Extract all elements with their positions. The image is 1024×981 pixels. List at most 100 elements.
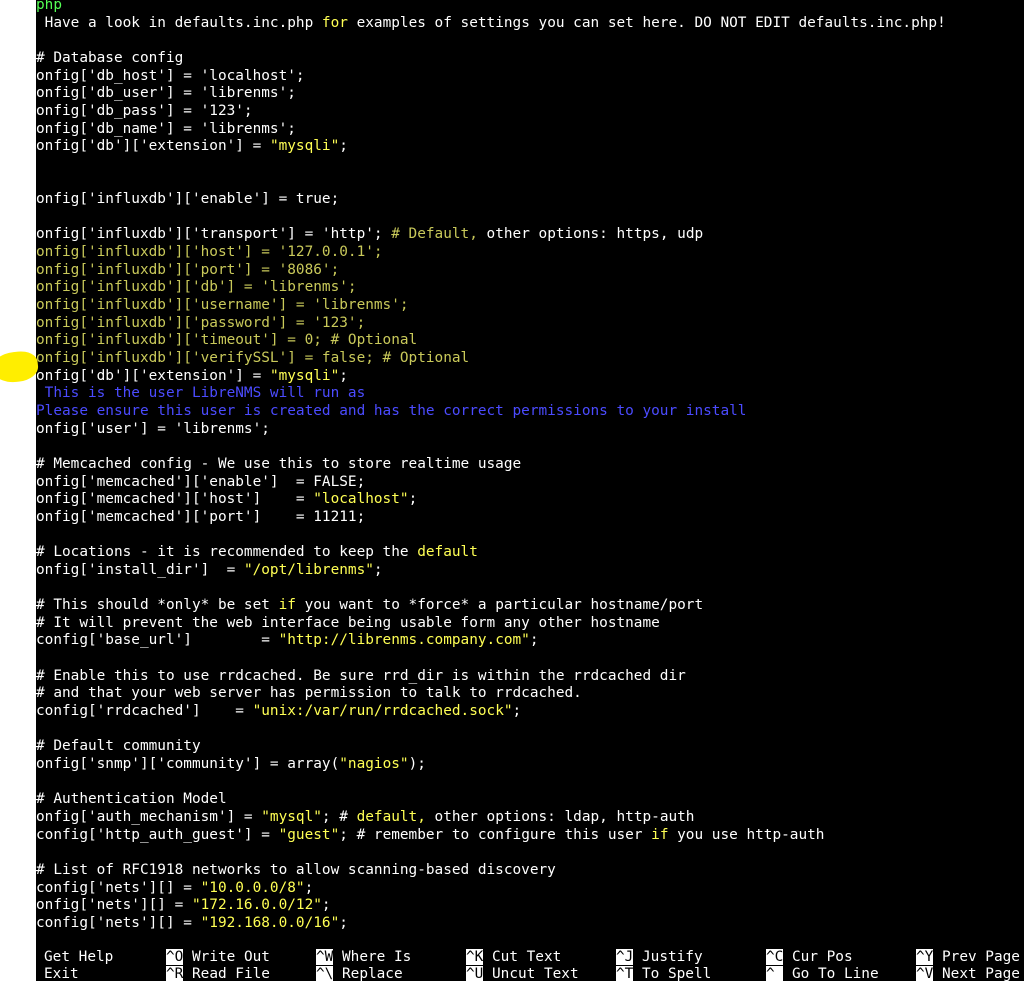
code-line: onfig['influxdb']['password'] = '123'; xyxy=(36,315,365,333)
shortcut-label: Write Out xyxy=(183,949,270,965)
code-token: onfig['db_user'] = 'librenms'; xyxy=(36,85,296,102)
shortcut-write-out[interactable]: ^O Write Out xyxy=(166,949,270,967)
code-token: "172.16.0.0/12" xyxy=(191,897,322,914)
terminal-window[interactable]: php Have a look in defaults.inc.php for … xyxy=(36,0,1024,981)
code-line: onfig['influxdb']['enable'] = true; xyxy=(36,191,339,209)
code-line: onfig['db_user'] = 'librenms'; xyxy=(36,85,296,103)
code-token: "192.168.0.0/16" xyxy=(200,914,340,931)
code-token: # It will prevent the web interface bein… xyxy=(36,614,660,631)
shortcut-read-file[interactable]: ^R Read File xyxy=(166,966,270,981)
code-token: config['base_url'] = xyxy=(36,632,279,649)
code-line: # and that your web server has permissio… xyxy=(36,685,582,703)
code-line: onfig['influxdb']['timeout'] = 0; # Opti… xyxy=(36,332,417,350)
shortcut-cut-text[interactable]: ^K Cut Text xyxy=(466,949,561,967)
shortcut-label: Justify xyxy=(633,949,703,965)
code-token: onfig['db_pass'] = '123'; xyxy=(36,102,253,119)
code-token: onfig['nets'][] = xyxy=(36,897,192,914)
code-line: onfig['nets'][] = "172.16.0.0/12"; xyxy=(36,897,331,915)
code-token: ; xyxy=(321,897,331,914)
shortcut-key: ^W xyxy=(316,949,334,965)
shortcut-next-page[interactable]: ^V Next Page xyxy=(916,966,1020,981)
code-token: # This should *only* be set xyxy=(36,597,279,614)
shortcut-key: ^O xyxy=(166,949,184,965)
code-token: default xyxy=(417,544,478,561)
shortcut-prev-page[interactable]: ^Y Prev Page xyxy=(916,949,1020,967)
shortcut-key: ^_ xyxy=(766,966,784,981)
code-token: # List of RFC1918 networks to allow scan… xyxy=(36,861,556,878)
shortcut-cur-pos[interactable]: ^C Cur Pos xyxy=(766,949,853,967)
shortcut-label: Next Page xyxy=(933,966,1020,981)
code-line: onfig['influxdb']['verifySSL'] = false; … xyxy=(36,350,469,368)
code-token: onfig['influxdb']['host'] = '127.0.0.1'; xyxy=(36,244,383,261)
code-line: onfig['db']['extension'] = "mysqli"; xyxy=(36,138,348,156)
code-token: onfig['influxdb']['port'] = '8086'; xyxy=(36,261,340,278)
code-token: onfig['memcached']['host'] = xyxy=(36,491,314,508)
code-token: onfig['install_dir'] = xyxy=(36,561,244,578)
code-token: ; xyxy=(339,138,348,155)
code-token: config['rrdcached'] = xyxy=(36,703,253,719)
code-line: # It will prevent the web interface bein… xyxy=(36,615,660,633)
code-token: Have a look in defaults.inc.php xyxy=(36,14,322,31)
code-line: php xyxy=(36,0,62,15)
code-token: # Default, xyxy=(391,226,487,243)
shortcut-exit[interactable]: Exit xyxy=(44,966,79,981)
shortcut-label: Go To Line xyxy=(783,966,879,981)
code-line: onfig['db_pass'] = '123'; xyxy=(36,103,253,121)
code-line: onfig['db']['extension'] = "mysqli"; xyxy=(36,368,348,386)
code-token: for xyxy=(321,14,348,31)
code-token: ; xyxy=(304,879,314,896)
code-token: "mysqli" xyxy=(269,367,340,384)
shortcut-where-is[interactable]: ^W Where Is xyxy=(316,949,411,967)
shortcut-label: Exit xyxy=(44,966,79,981)
code-token: This is the user LibreNMS will run as xyxy=(36,385,366,402)
shortcut-uncut-text[interactable]: ^U Uncut Text xyxy=(466,966,579,981)
code-token: config['nets'][] = xyxy=(36,914,201,931)
code-token: onfig['user'] = 'librenms'; xyxy=(36,420,270,437)
shortcut-key: ^\ xyxy=(316,966,334,981)
code-line: onfig['install_dir'] = "/opt/librenms"; xyxy=(36,562,383,580)
code-token: "mysqli" xyxy=(269,138,340,155)
code-token: onfig['influxdb']['timeout'] = 0; # Opti… xyxy=(36,332,418,349)
shortcut-replace[interactable]: ^\ Replace xyxy=(316,966,403,981)
shortcut-justify[interactable]: ^J Justify xyxy=(616,949,703,967)
shortcut-key: ^R xyxy=(166,966,184,981)
code-line: # Default community xyxy=(36,738,201,756)
shortcut-to-spell[interactable]: ^T To Spell xyxy=(616,966,711,981)
code-token: "unix:/var/run/rrdcached.sock" xyxy=(252,703,513,719)
code-token: onfig['memcached']['port'] = 11211; xyxy=(36,508,366,525)
code-token: if xyxy=(278,597,296,614)
code-line: config['base_url'] = "http://librenms.co… xyxy=(36,632,539,650)
shortcut-label: Uncut Text xyxy=(483,966,579,981)
code-token: ; xyxy=(512,703,522,719)
code-token: ; xyxy=(339,914,348,931)
code-token: ; xyxy=(529,632,539,649)
code-token: onfig['auth_mechanism'] = xyxy=(36,808,262,825)
shortcut-label: Replace xyxy=(333,966,403,981)
code-token: onfig['db']['extension'] = xyxy=(36,138,270,155)
code-token: onfig['influxdb']['verifySSL'] = false; … xyxy=(36,350,470,366)
code-line: onfig['influxdb']['port'] = '8086'; xyxy=(36,262,339,280)
code-line: Have a look in defaults.inc.php for exam… xyxy=(36,15,946,33)
code-token: onfig['db_name'] = 'librenms'; xyxy=(36,120,296,137)
code-line: onfig['influxdb']['host'] = '127.0.0.1'; xyxy=(36,244,383,262)
shortcut-label: Cur Pos xyxy=(783,949,853,965)
shortcut-go-to-line[interactable]: ^_ Go To Line xyxy=(766,966,879,981)
shortcut-key: ^T xyxy=(616,966,634,981)
code-token: ; xyxy=(373,561,383,578)
code-line: config['nets'][] = "10.0.0.0/8"; xyxy=(36,880,313,898)
code-token: ); xyxy=(408,755,426,772)
shortcut-label: Prev Page xyxy=(933,949,1020,965)
shortcut-key: ^C xyxy=(766,949,784,965)
shortcut-label: To Spell xyxy=(633,966,712,981)
code-token: "nagios" xyxy=(339,755,409,772)
code-token: # and that your web server has permissio… xyxy=(36,685,582,702)
shortcut-label: Read File xyxy=(183,966,270,981)
code-token: other options: ldap, http-auth xyxy=(425,808,695,825)
code-token: other options: https, udp xyxy=(486,226,704,243)
code-line: # List of RFC1918 networks to allow scan… xyxy=(36,862,556,880)
code-line: # Enable this to use rrdcached. Be sure … xyxy=(36,668,686,686)
shortcut-get-help[interactable]: Get Help xyxy=(44,949,113,967)
code-line: # Database config xyxy=(36,50,183,68)
code-line: # Locations - it is recommended to keep … xyxy=(36,544,478,562)
shortcut-key: ^J xyxy=(616,949,634,965)
